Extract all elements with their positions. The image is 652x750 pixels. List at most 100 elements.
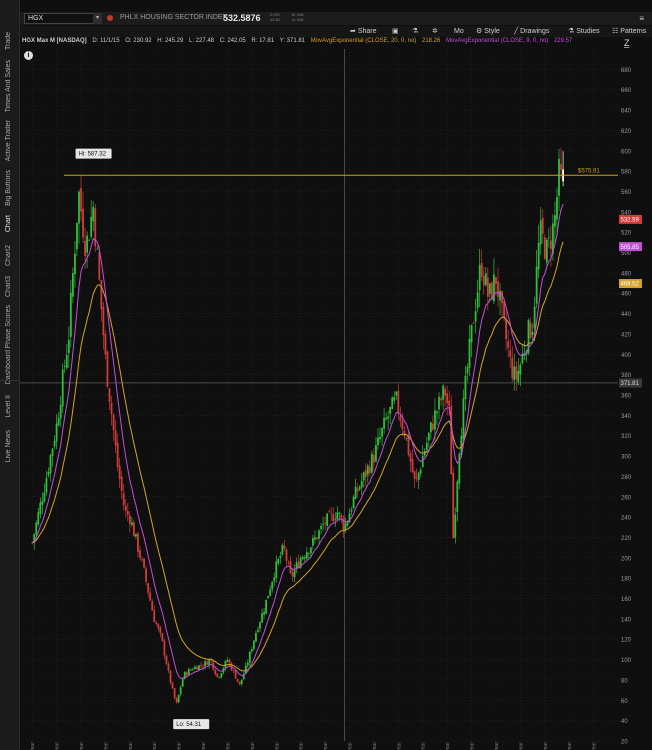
y-tick-label: 660 — [621, 88, 632, 94]
candle-body — [167, 664, 170, 671]
chart-title: HGX Max M [NASDAQ] — [22, 38, 87, 44]
gear-icon[interactable]: ✲ — [432, 26, 438, 37]
candle-body — [80, 187, 82, 212]
candle-body — [531, 331, 534, 336]
symbol-input[interactable]: HGX — [24, 13, 102, 24]
candle-body — [145, 568, 148, 582]
candle-body — [511, 357, 514, 379]
candle-body — [163, 640, 166, 656]
candle-body — [499, 290, 501, 301]
candle-body — [373, 454, 375, 463]
ema20-label[interactable]: MovAvgExponential (CLOSE, 20, 0, no) — [311, 38, 417, 44]
candle-body — [456, 481, 459, 513]
tab-big-buttons[interactable]: Big Buttons — [5, 170, 12, 206]
candle-body — [96, 248, 99, 250]
y-tick-label: 520 — [621, 231, 632, 237]
tab-trade[interactable]: Trade — [5, 32, 12, 50]
candle-body — [236, 678, 239, 682]
drawings-button[interactable]: ╱ Drawings — [514, 26, 549, 37]
candle-body — [204, 661, 206, 667]
x-tick-label: 2013 year — [274, 742, 280, 750]
candle-body — [106, 351, 109, 387]
candle-body — [232, 669, 235, 671]
candle-body — [330, 512, 333, 514]
candle-body — [37, 512, 40, 525]
candle-body — [45, 477, 48, 493]
studies-label: Studies — [576, 28, 600, 35]
candle-body — [185, 672, 188, 675]
candle-body — [326, 513, 329, 526]
candle-body — [549, 240, 552, 249]
y-tick-label: 640 — [621, 109, 632, 115]
candle-body — [362, 472, 365, 481]
candle-body — [297, 561, 300, 568]
candle-body — [488, 283, 491, 295]
tab-active-trader[interactable]: Active Trader — [5, 120, 12, 161]
bar-open: O: 230.92 — [125, 38, 152, 44]
candle-body — [309, 547, 312, 554]
screenshot-icon[interactable]: ▣ — [392, 26, 399, 37]
price-chart[interactable]: 20 40 60 80 100 120 140 160 180 200 220 240 260 280 30… — [20, 49, 652, 750]
share-button[interactable]: ➦ Share — [350, 26, 377, 37]
candle-body — [250, 649, 253, 652]
style-button[interactable]: ⚙ Style — [476, 26, 500, 37]
candle-body — [187, 669, 190, 675]
y-tick-label: 400 — [621, 353, 632, 359]
info-icon[interactable]: i — [24, 51, 33, 60]
crosshair-tag-label: 371.81 — [621, 381, 640, 387]
candle-body — [76, 222, 78, 250]
bid-ask-box: B: N/A A: N/A — [292, 12, 304, 22]
candle-body — [472, 322, 475, 324]
y-tick-label: 440 — [621, 312, 632, 318]
candle-body — [529, 322, 532, 338]
candle-body — [82, 208, 84, 238]
tab-live-news[interactable]: Live News — [5, 430, 12, 462]
draw-tool-icon[interactable]: Z̲ — [624, 38, 630, 48]
tab-level-ii[interactable]: Level II — [5, 395, 12, 418]
patterns-button[interactable]: ☷ Patterns — [612, 26, 646, 37]
candle-body — [356, 488, 359, 492]
candle-body — [344, 523, 347, 531]
index-name: PHLX HOUSING SECTOR INDEX — [120, 14, 228, 21]
tab-chart[interactable]: Chart — [5, 215, 12, 232]
candle-body — [74, 253, 76, 274]
ema9-value: 229.57 — [553, 38, 573, 44]
candle-body — [358, 486, 361, 490]
candle-body — [415, 477, 418, 479]
candle-body — [377, 437, 379, 446]
alert-flag-icon[interactable] — [107, 15, 113, 21]
candle-body — [112, 414, 115, 431]
candle-body — [545, 239, 548, 263]
symbol-bar: HGX ▾ PHLX HOUSING SECTOR INDEX 532.5876… — [20, 12, 652, 25]
y-tick-label: 180 — [621, 577, 632, 583]
timeframe-button[interactable]: Mo — [454, 26, 464, 37]
hamburger-icon[interactable]: ≡ — [639, 14, 644, 23]
candle-body — [210, 660, 213, 662]
candle-body — [53, 440, 56, 447]
studies-button[interactable]: ⚗ Studies — [568, 26, 600, 37]
candle-body — [311, 538, 314, 546]
tab-chart2[interactable]: Chart2 — [5, 245, 12, 266]
tab-phase-scores[interactable]: Phase Scores — [5, 305, 12, 349]
candle-body — [360, 481, 363, 488]
bar-high: H: 245.29 — [157, 38, 184, 44]
flask-icon[interactable]: ⚗ — [412, 26, 418, 37]
tab-times-and-sales[interactable]: Times And Sales — [5, 60, 12, 112]
y-tick-label: 80 — [621, 678, 628, 684]
y-tick-label: 300 — [621, 455, 632, 461]
candle-body — [519, 364, 522, 375]
symbol-dropdown-icon[interactable]: ▾ — [93, 13, 102, 24]
candle-body — [261, 613, 263, 623]
ema9-label[interactable]: MovAvgExponential (CLOSE, 9, 0, no) — [446, 38, 548, 44]
y-tick-label: 680 — [621, 68, 632, 74]
candle-body — [393, 397, 396, 401]
candle-body — [328, 511, 331, 513]
candle-body — [281, 544, 284, 555]
candle-body — [448, 400, 451, 406]
candle-body — [332, 514, 335, 522]
candle-body — [338, 512, 341, 514]
candle-body — [147, 583, 150, 593]
candle-body — [397, 391, 400, 414]
tab-chart3[interactable]: Chart3 — [5, 276, 12, 297]
candle-body — [440, 398, 442, 401]
